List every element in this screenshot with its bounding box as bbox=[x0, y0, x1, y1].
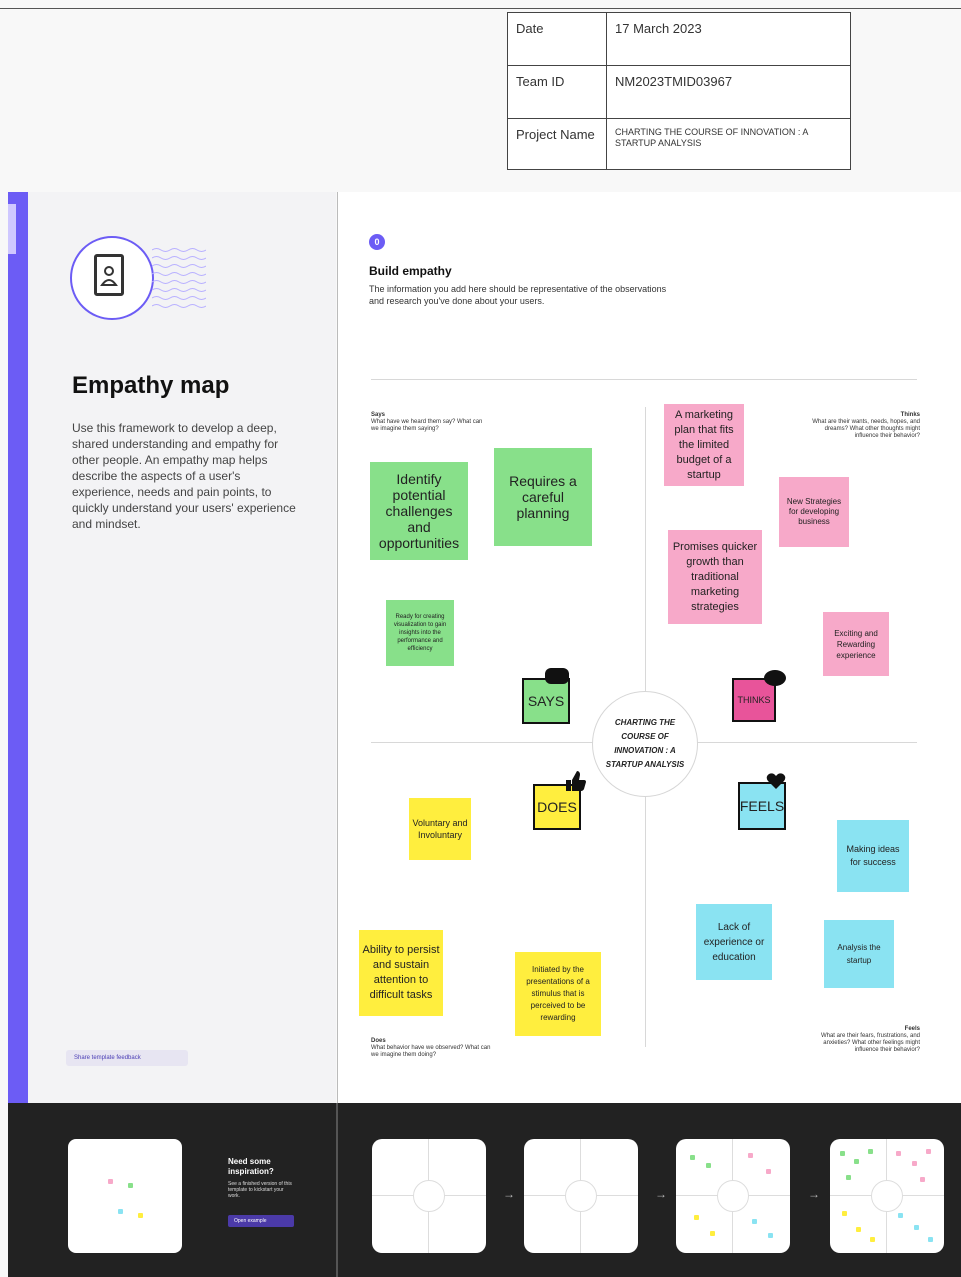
center-topic-label: CHARTING THE COURSE OF INNOVATION : A ST… bbox=[605, 718, 685, 769]
device-icon bbox=[94, 254, 124, 296]
arrow-right-icon: → bbox=[808, 1187, 820, 1201]
sticky-note[interactable]: Voluntary and Involuntary bbox=[409, 798, 471, 860]
heart-icon bbox=[766, 773, 786, 789]
date-value: 17 March 2023 bbox=[606, 12, 851, 66]
bottom-divider bbox=[336, 1103, 338, 1277]
sticky-note[interactable]: Initiated by the presentations of a stim… bbox=[515, 952, 601, 1036]
arrow-right-icon: → bbox=[655, 1187, 667, 1201]
sticky-note[interactable]: Lack of experience or education bbox=[696, 904, 772, 980]
speech-bubble-icon bbox=[545, 668, 569, 684]
sticky-note[interactable]: New Strategies for developing business bbox=[779, 477, 849, 547]
top-divider bbox=[0, 8, 961, 9]
share-feedback-button[interactable]: Share template feedback bbox=[66, 1050, 188, 1066]
step-card-partial bbox=[676, 1139, 790, 1253]
arrow-right-icon: → bbox=[503, 1187, 515, 1201]
sticky-note[interactable]: Making ideas for success bbox=[837, 820, 909, 892]
says-tag: SAYS bbox=[522, 678, 570, 724]
bottom-strip: Need some inspiration? See a finished ve… bbox=[8, 1103, 961, 1277]
project-info-table: Date 17 March 2023 Team ID NM2023TMID039… bbox=[507, 12, 851, 170]
empathy-map-icon bbox=[70, 236, 154, 320]
step-badge: 0 bbox=[369, 234, 385, 250]
step-card-blank bbox=[372, 1139, 486, 1253]
inspiration-text: See a finished version of this template … bbox=[228, 1181, 292, 1199]
sticky-note[interactable]: Exciting and Rewarding experience bbox=[823, 612, 889, 676]
accent-tab bbox=[8, 204, 16, 254]
sticky-note[interactable]: Ready for creating visualization to gain… bbox=[386, 600, 454, 666]
example-thumbnail[interactable] bbox=[68, 1139, 182, 1253]
person-icon bbox=[100, 266, 118, 286]
does-quadrant-label: Does What behavior have we observed? What… bbox=[371, 1038, 491, 1058]
sticky-note[interactable]: Promises quicker growth than traditional… bbox=[668, 530, 762, 624]
open-example-button[interactable]: Open example bbox=[228, 1215, 294, 1227]
section-divider bbox=[371, 379, 917, 380]
section-description: The information you add here should be r… bbox=[369, 284, 667, 306]
sticky-note[interactable]: Requires a careful planning bbox=[494, 448, 592, 546]
section-heading: Build empathy bbox=[369, 264, 452, 278]
sticky-note[interactable]: Ability to persist and sustain attention… bbox=[359, 930, 443, 1016]
center-topic: CHARTING THE COURSE OF INNOVATION : A ST… bbox=[592, 691, 698, 797]
project-name-value: CHARTING THE COURSE OF INNOVATION : A ST… bbox=[606, 118, 851, 170]
thumbs-up-icon bbox=[566, 771, 586, 791]
thinks-quadrant-label: Thinks What are their wants, needs, hopes… bbox=[812, 412, 920, 439]
team-id-label: Team ID bbox=[507, 65, 607, 119]
sticky-note[interactable]: Identify potential challenges and opport… bbox=[370, 462, 468, 560]
says-quadrant-label: Says What have we heard them say? What ca… bbox=[371, 412, 483, 432]
thought-bubble-icon bbox=[764, 670, 786, 686]
template-description: Use this framework to develop a deep, sh… bbox=[72, 421, 296, 531]
sticky-note[interactable]: Analysis the startup bbox=[824, 920, 894, 988]
step-card-full bbox=[830, 1139, 944, 1253]
sticky-note[interactable]: A marketing plan that fits the limited b… bbox=[664, 404, 744, 486]
step-card-center bbox=[524, 1139, 638, 1253]
team-id-value: NM2023TMID03967 bbox=[606, 65, 851, 119]
empathy-map-canvas: 0 Build empathy The information you add … bbox=[337, 192, 961, 1103]
template-info-panel: Empathy map Use this framework to develo… bbox=[8, 192, 336, 1103]
date-label: Date bbox=[507, 12, 607, 66]
feels-quadrant-label: Feels What are their fears, frustrations,… bbox=[820, 1026, 920, 1053]
project-name-label: Project Name bbox=[507, 118, 607, 170]
template-title: Empathy map bbox=[72, 372, 230, 399]
accent-bar bbox=[8, 192, 28, 1103]
inspiration-title: Need some inspiration? bbox=[228, 1157, 274, 1176]
wave-pattern-icon bbox=[152, 248, 206, 308]
